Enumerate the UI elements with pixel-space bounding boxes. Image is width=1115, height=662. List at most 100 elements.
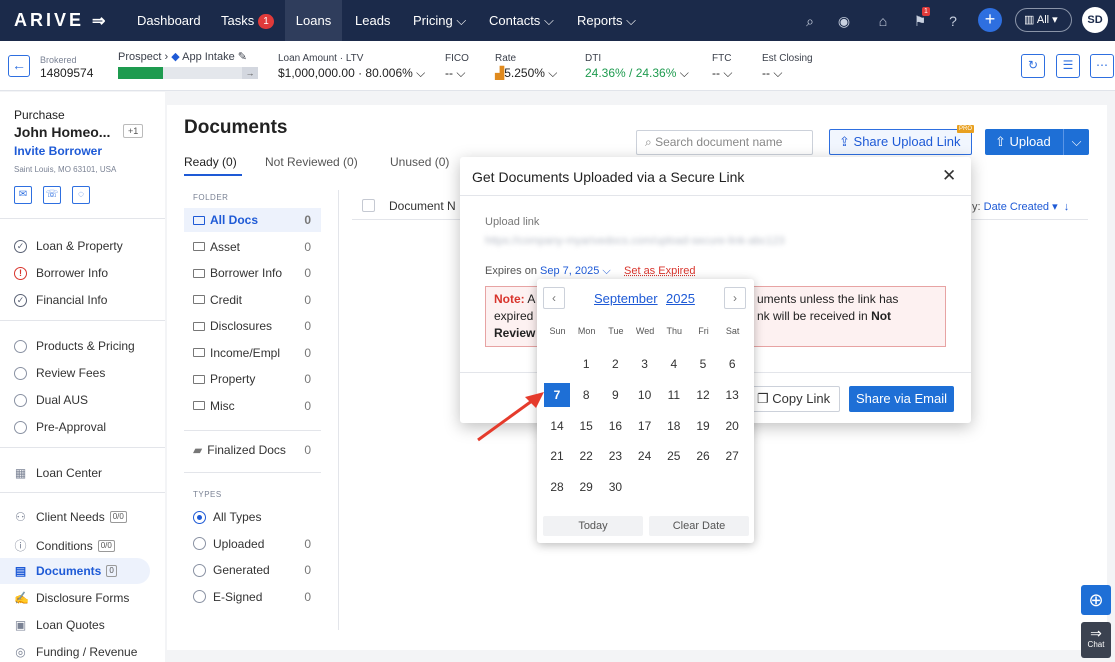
- help-icon[interactable]: ?: [943, 11, 963, 31]
- nav-loans[interactable]: Loans: [285, 0, 342, 41]
- rate-value[interactable]: ▟5.250% ⌵: [495, 66, 557, 81]
- calendar-day[interactable]: 24: [632, 444, 658, 468]
- today-button[interactable]: Today: [543, 516, 643, 536]
- sidebar-item-client-needs[interactable]: ⚇ Client Needs 0/0: [14, 510, 127, 524]
- close-icon[interactable]: ✕: [942, 166, 956, 186]
- column-document-name[interactable]: Document N: [389, 199, 456, 213]
- upload-link-value[interactable]: https://company-myarivedocs.com/upload-s…: [485, 235, 946, 249]
- calendar-day[interactable]: 3: [632, 352, 658, 376]
- nav-contacts[interactable]: Contacts ⌵: [489, 0, 554, 41]
- calendar-day[interactable]: 6: [719, 352, 745, 376]
- type-radio[interactable]: Uploaded 0: [193, 537, 321, 551]
- avatar[interactable]: SD: [1082, 7, 1108, 33]
- calendar-day[interactable]: 1: [573, 352, 599, 376]
- next-month-button[interactable]: ›: [724, 287, 746, 309]
- upload-button[interactable]: ⇧ Upload ⌵: [985, 129, 1089, 155]
- arrow-right-icon[interactable]: →: [242, 67, 258, 79]
- prev-month-button[interactable]: ‹: [543, 287, 565, 309]
- folder-item[interactable]: Income/Empl 0: [184, 341, 321, 365]
- search-input[interactable]: ⌕ Search document name: [636, 130, 813, 155]
- sidebar-item-funding[interactable]: ◎ Funding / Revenue: [14, 645, 137, 659]
- sort-by[interactable]: y: Date Created ▾ ↓: [972, 200, 1069, 213]
- tab-unused[interactable]: Unused (0): [390, 155, 449, 169]
- message-button[interactable]: ☰: [1056, 54, 1080, 78]
- sidebar-item-documents[interactable]: ▤ Documents 0: [14, 564, 117, 578]
- add-button[interactable]: +: [978, 8, 1002, 32]
- ftc-value[interactable]: -- ⌵: [712, 66, 732, 81]
- finalized-docs-folder[interactable]: ▰ Finalized Docs 0: [184, 438, 321, 462]
- copy-link-button[interactable]: ❐ Copy Link: [748, 386, 840, 412]
- calendar-day[interactable]: 29: [573, 475, 599, 499]
- sidebar-item-review-fees[interactable]: Review Fees: [14, 366, 105, 380]
- folder-item[interactable]: All Docs 0: [184, 208, 321, 232]
- all-filter-button[interactable]: ▥ All ▾: [1015, 8, 1072, 32]
- sidebar-item-disclosure-forms[interactable]: ✍ Disclosure Forms: [14, 591, 129, 605]
- calendar-day[interactable]: 10: [632, 383, 658, 407]
- arive-logo[interactable]: ARIVE ⇒: [14, 10, 105, 31]
- type-radio[interactable]: E-Signed 0: [193, 590, 321, 604]
- sidebar-item-loan-quotes[interactable]: ▣ Loan Quotes: [14, 618, 105, 632]
- calendar-day[interactable]: 15: [573, 414, 599, 438]
- fico-value[interactable]: -- ⌵: [445, 66, 465, 81]
- share-upload-link-button[interactable]: ⇪ Share Upload Link: [829, 129, 972, 155]
- set-as-expired-link[interactable]: Set as Expired: [624, 265, 696, 277]
- calendar-day[interactable]: 12: [690, 383, 716, 407]
- nav-tasks[interactable]: Tasks 1: [221, 0, 274, 41]
- calendar-day[interactable]: 26: [690, 444, 716, 468]
- sidebar-item-loan-property[interactable]: ✓ Loan & Property: [14, 239, 123, 253]
- loan-amount[interactable]: $1,000,000.00 · 80.006% ⌵: [278, 66, 425, 81]
- refresh-button[interactable]: ↻: [1021, 54, 1045, 78]
- back-button[interactable]: ←: [8, 55, 30, 77]
- sidebar-item-borrower-info[interactable]: ! Borrower Info: [14, 266, 108, 280]
- calendar-day[interactable]: 2: [602, 352, 628, 376]
- folder-item[interactable]: Credit 0: [184, 288, 321, 312]
- dti-value[interactable]: 24.36% / 24.36% ⌵: [585, 66, 689, 81]
- type-radio[interactable]: Generated 0: [193, 563, 321, 577]
- month-select[interactable]: September: [594, 291, 658, 306]
- clear-date-button[interactable]: Clear Date: [649, 516, 749, 536]
- calendar-day[interactable]: 25: [661, 444, 687, 468]
- plus-circle-icon[interactable]: ⊕: [1081, 585, 1111, 615]
- co-borrower-badge[interactable]: +1: [123, 124, 144, 138]
- sidebar-item-conditions[interactable]: ⓘ Conditions 0/0: [14, 537, 115, 554]
- share-via-email-button[interactable]: Share via Email: [849, 386, 954, 412]
- chat-bubble-icon[interactable]: ◌: [72, 186, 90, 204]
- tab-not-reviewed[interactable]: Not Reviewed (0): [265, 155, 358, 169]
- folder-item[interactable]: Misc 0: [184, 394, 321, 418]
- folder-item[interactable]: Property 0: [184, 367, 321, 391]
- chat-button[interactable]: ⇒ Chat: [1081, 622, 1111, 658]
- sidebar-item-pre-approval[interactable]: Pre-Approval: [14, 420, 106, 434]
- chevron-down-icon[interactable]: ⌵: [1063, 129, 1089, 155]
- nav-dashboard[interactable]: Dashboard: [137, 0, 201, 41]
- sidebar-item-loan-center[interactable]: ▦ Loan Center: [14, 466, 102, 480]
- folder-item[interactable]: Asset 0: [184, 235, 321, 259]
- borrower-name[interactable]: John Homeo...: [14, 124, 110, 140]
- search-icon[interactable]: ⌕: [800, 11, 820, 31]
- calendar-day[interactable]: 5: [690, 352, 716, 376]
- invite-borrower-link[interactable]: Invite Borrower: [14, 144, 102, 158]
- nav-reports[interactable]: Reports ⌵: [577, 0, 636, 41]
- select-all-checkbox[interactable]: [362, 199, 375, 212]
- calendar-day[interactable]: 9: [602, 383, 628, 407]
- calendar-day[interactable]: 4: [661, 352, 687, 376]
- type-radio[interactable]: All Types: [193, 510, 321, 524]
- calendar-day[interactable]: 20: [719, 414, 745, 438]
- nav-pricing[interactable]: Pricing ⌵: [413, 0, 466, 41]
- more-button[interactable]: ⋯: [1090, 54, 1114, 78]
- folder-item[interactable]: Disclosures 0: [184, 314, 321, 338]
- calendar-day[interactable]: 18: [661, 414, 687, 438]
- calendar-day[interactable]: 17: [632, 414, 658, 438]
- year-select[interactable]: 2025: [666, 291, 695, 306]
- edit-icon[interactable]: ✎: [238, 51, 247, 63]
- calendar-day[interactable]: 27: [719, 444, 745, 468]
- broadcast-icon[interactable]: ◉: [834, 11, 854, 31]
- folder-item[interactable]: Borrower Info 0: [184, 261, 321, 285]
- calendar-day[interactable]: 28: [544, 475, 570, 499]
- calendar-day[interactable]: 23: [602, 444, 628, 468]
- closing-value[interactable]: -- ⌵: [762, 66, 782, 81]
- tab-ready[interactable]: Ready (0): [184, 155, 237, 169]
- expiry-date-picker[interactable]: Sep 7, 2025 ⌵: [540, 265, 611, 278]
- phone-icon[interactable]: ☏: [43, 186, 61, 204]
- sidebar-item-financial-info[interactable]: ✓ Financial Info: [14, 293, 107, 307]
- sidebar-item-dual-aus[interactable]: Dual AUS: [14, 393, 88, 407]
